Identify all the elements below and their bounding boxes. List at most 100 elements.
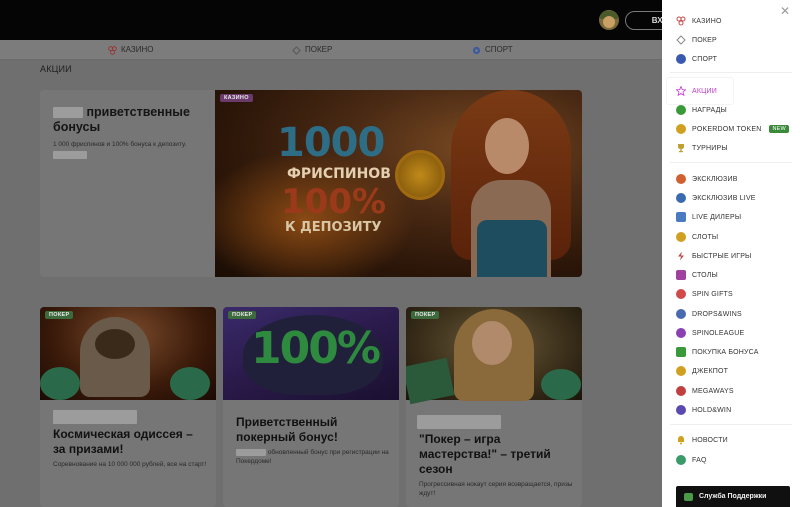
side-item-jackpot[interactable]: ДЖЕКПОТ: [676, 364, 728, 378]
category-poker[interactable]: ПОКЕР: [292, 40, 332, 60]
hero-promo-card[interactable]: приветственные бонусы 1 000 фриспинов и …: [40, 90, 582, 277]
side-item-label: АКЦИИ: [692, 87, 717, 95]
category-sport[interactable]: СПОРТ: [472, 40, 513, 60]
spin-gifts-icon: [676, 289, 686, 299]
side-item-exclusive-live[interactable]: ЭКСКЛЮЗИВ LIVE: [676, 191, 756, 205]
side-item-exclusive[interactable]: ЭКСКЛЮЗИВ: [676, 172, 738, 186]
side-item-label: НОВОСТИ: [692, 436, 728, 444]
card-redacted-line: [417, 415, 501, 429]
category-casino[interactable]: КАЗИНО: [108, 40, 154, 60]
exclusive-icon: [676, 174, 686, 184]
side-item-fast-games[interactable]: БЫСТРЫЕ ИГРЫ: [676, 249, 751, 263]
banner-line-3: 100%: [281, 182, 387, 222]
side-item-awards[interactable]: НАГРАДЫ: [676, 103, 727, 117]
promo-card-poker-mastery[interactable]: ПОКЕР "Покер – игра мастерства!" – трети…: [406, 307, 582, 507]
promo-card-welcome-poker-bonus[interactable]: 100% ПОКЕР Приветственный покерный бонус…: [223, 307, 399, 507]
support-label: Служба Поддержки: [699, 493, 767, 500]
page-title: АКЦИИ: [40, 64, 72, 74]
side-item-label: SPINOLEAGUE: [692, 329, 745, 337]
side-item-promotions[interactable]: АКЦИИ: [676, 84, 717, 98]
slots-icon: [676, 232, 686, 242]
live-dealers-icon: [676, 212, 686, 222]
side-item-pokerdom-token[interactable]: POKERDOM TOKEN NEW: [676, 122, 789, 136]
side-item-label: LIVE ДИЛЕРЫ: [692, 213, 742, 221]
side-item-label: СПОРТ: [692, 55, 718, 63]
hero-redacted-line: [53, 151, 87, 159]
divider: [670, 72, 792, 73]
poker-icon: [292, 45, 301, 55]
divider: [670, 162, 792, 163]
hero-description: 1 000 фриспинов и 100% бонуса к депозиту…: [53, 141, 187, 148]
hero-tag: КАЗИНО: [220, 94, 253, 102]
banner-line-2: ФРИСПИНОВ: [287, 166, 391, 182]
card-tag: ПОКЕР: [411, 311, 440, 319]
card-title: Космическая одиссея – за призами!: [53, 427, 193, 456]
side-item-label: ЭКСКЛЮЗИВ LIVE: [692, 194, 756, 202]
casino-chip-image: [395, 150, 445, 200]
support-button[interactable]: Служба Поддержки: [676, 486, 790, 507]
news-icon: [678, 436, 684, 445]
card-banner-text: 100%: [251, 323, 381, 374]
new-badge: NEW: [769, 125, 789, 133]
card-image: ПОКЕР: [40, 307, 216, 400]
card-tag: ПОКЕР: [228, 311, 257, 319]
chat-icon: [684, 492, 693, 501]
casino-icon: [108, 45, 117, 55]
sport-icon: [676, 54, 686, 64]
side-item-megaways[interactable]: MEGAWAYS: [676, 384, 734, 398]
drops-wins-icon: [676, 309, 686, 319]
hero-title: приветственные бонусы: [53, 105, 190, 134]
side-item-label: ЭКСКЛЮЗИВ: [692, 175, 738, 183]
hero-character-image: [443, 90, 573, 277]
side-item-slots[interactable]: СЛОТЫ: [676, 230, 718, 244]
spinoleague-icon: [676, 328, 686, 338]
card-redacted-line: [53, 410, 137, 424]
card-description: Прогрессивная нокаут серия возвращается,…: [419, 481, 573, 497]
category-poker-label: ПОКЕР: [305, 45, 333, 54]
hero-title-redacted: [53, 107, 83, 119]
card-description: обновленный бонус при регистрации на Пок…: [236, 448, 389, 465]
side-item-label: FAQ: [692, 456, 707, 464]
side-item-label: MEGAWAYS: [692, 387, 734, 395]
category-nav: КАЗИНО ПОКЕР СПОРТ: [0, 40, 662, 60]
card-image: ПОКЕР: [406, 307, 582, 405]
side-item-label: ТУРНИРЫ: [692, 144, 728, 152]
category-sport-label: СПОРТ: [485, 45, 513, 54]
side-item-label: ПОКУПКА БОНУСА: [692, 348, 759, 356]
side-item-live-dealers[interactable]: LIVE ДИЛЕРЫ: [676, 210, 741, 224]
megaways-icon: [676, 386, 686, 396]
card-desc-redacted: [236, 448, 266, 456]
side-item-label: СТОЛЫ: [692, 271, 718, 279]
side-item-label: БЫСТРЫЕ ИГРЫ: [692, 252, 752, 260]
side-item-hold-win[interactable]: HOLD&WIN: [676, 403, 731, 417]
card-title: "Покер – игра мастерства!" – третий сезо…: [419, 432, 551, 476]
banner-line-4: К ДЕПОЗИТУ: [285, 220, 382, 235]
side-item-bonus-buy[interactable]: ПОКУПКА БОНУСА: [676, 345, 759, 359]
token-icon: [676, 124, 686, 134]
close-icon[interactable]: ✕: [778, 4, 792, 18]
star-icon: [676, 86, 686, 96]
side-item-spinoleague[interactable]: SPINOLEAGUE: [676, 326, 744, 340]
divider: [670, 424, 792, 425]
side-item-label: НАГРАДЫ: [692, 106, 727, 114]
side-item-sport[interactable]: СПОРТ: [676, 52, 717, 66]
side-item-news[interactable]: НОВОСТИ: [676, 433, 728, 447]
avatar-icon[interactable]: [599, 10, 619, 30]
side-item-tables[interactable]: СТОЛЫ: [676, 268, 718, 282]
side-item-drops-wins[interactable]: DROPS&WINS: [676, 307, 742, 321]
card-image: 100% ПОКЕР: [223, 307, 399, 400]
promo-card-space-odyssey[interactable]: ПОКЕР Космическая одиссея – за призами! …: [40, 307, 216, 507]
side-item-casino[interactable]: КАЗИНО: [676, 14, 722, 28]
side-item-label: DROPS&WINS: [692, 310, 742, 318]
side-item-poker[interactable]: ПОКЕР: [676, 33, 717, 47]
casino-icon: [676, 16, 686, 26]
side-item-label: HOLD&WIN: [692, 406, 732, 414]
side-item-faq[interactable]: FAQ: [676, 453, 707, 467]
side-item-label: POKERDOM TOKEN: [692, 125, 762, 133]
sport-icon: [472, 46, 481, 54]
category-casino-label: КАЗИНО: [121, 45, 154, 54]
top-bar: [0, 0, 662, 40]
side-item-tournaments[interactable]: ТУРНИРЫ: [676, 141, 728, 155]
side-item-spin-gifts[interactable]: SPIN GIFTS: [676, 287, 733, 301]
trophy-icon: [678, 144, 684, 153]
